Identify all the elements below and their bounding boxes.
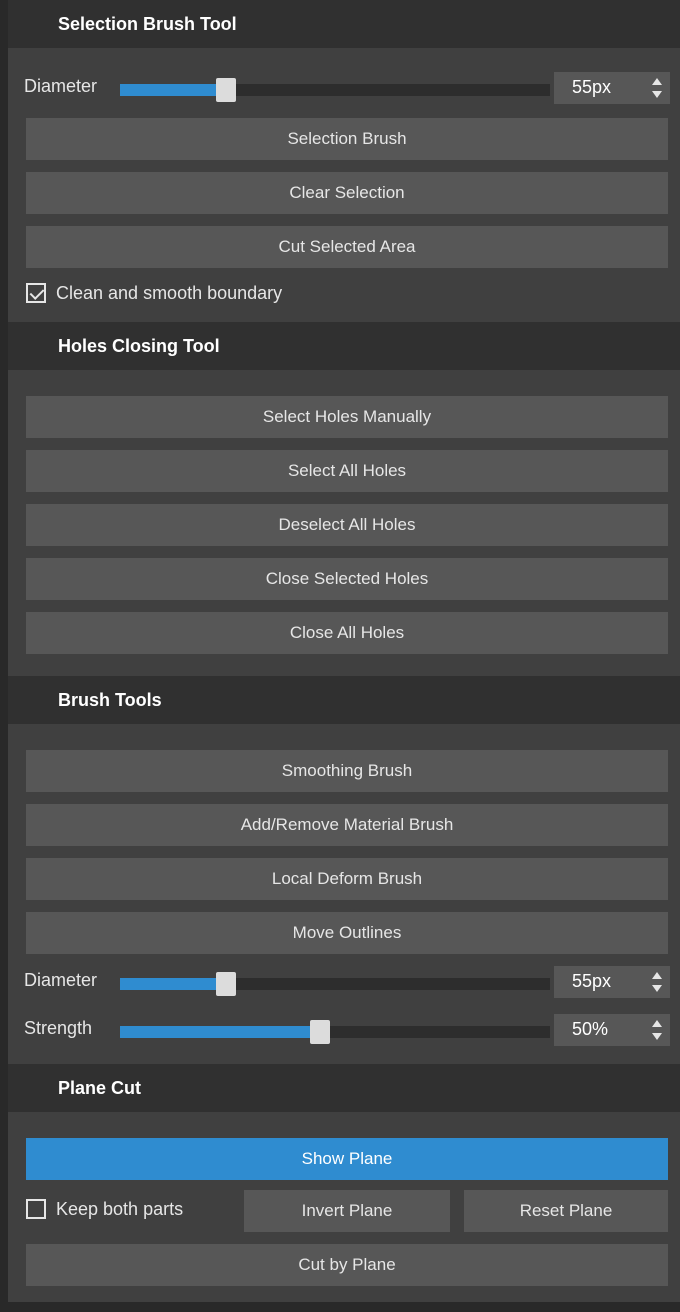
close-selected-holes-button[interactable]: Close Selected Holes <box>26 558 668 600</box>
keep-both-parts-checkbox[interactable] <box>26 1199 46 1219</box>
move-outlines-button[interactable]: Move Outlines <box>26 912 668 954</box>
brush-diameter-value[interactable]: 55px <box>572 971 611 992</box>
spin-arrows[interactable] <box>650 1017 664 1043</box>
add-remove-material-brush-button[interactable]: Add/Remove Material Brush <box>26 804 668 846</box>
strength-spinbox[interactable]: 50% <box>554 1014 670 1046</box>
arrow-down-icon[interactable] <box>652 985 662 992</box>
arrow-down-icon[interactable] <box>652 91 662 98</box>
holes-closing-section: Select Holes Manually Select All Holes D… <box>8 370 680 676</box>
reset-plane-button[interactable]: Reset Plane <box>464 1190 668 1232</box>
tool-panel: Selection Brush Tool Diameter 55px Selec… <box>8 0 680 1302</box>
strength-label: Strength <box>24 1018 93 1038</box>
strength-slider[interactable] <box>120 1020 550 1044</box>
strength-slider-thumb[interactable] <box>310 1020 330 1044</box>
brush-diameter-slider-fill <box>120 978 220 990</box>
keep-both-parts-label: Keep both parts <box>56 1198 184 1219</box>
arrow-up-icon[interactable] <box>652 1020 662 1027</box>
spin-arrows[interactable] <box>650 969 664 995</box>
clean-smooth-boundary-checkbox[interactable] <box>26 283 46 303</box>
keep-both-parts-checkbox-row[interactable]: Keep both parts <box>26 1194 183 1224</box>
brush-tools-section: Smoothing Brush Add/Remove Material Brus… <box>8 724 680 1064</box>
cut-by-plane-button[interactable]: Cut by Plane <box>26 1244 668 1286</box>
diameter-label: Diameter <box>24 76 98 96</box>
brush-diameter-slider-row: Diameter 55px <box>8 966 680 998</box>
diameter-spinbox[interactable]: 55px <box>554 72 670 104</box>
section-header-plane-cut[interactable]: Plane Cut <box>8 1064 680 1112</box>
smoothing-brush-button[interactable]: Smoothing Brush <box>26 750 668 792</box>
cut-selected-area-button[interactable]: Cut Selected Area <box>26 226 668 268</box>
strength-value[interactable]: 50% <box>572 1019 608 1040</box>
select-all-holes-button[interactable]: Select All Holes <box>26 450 668 492</box>
diameter-slider-fill <box>120 84 220 96</box>
brush-diameter-slider[interactable] <box>120 972 550 996</box>
clean-smooth-boundary-checkbox-row[interactable]: Clean and smooth boundary <box>26 278 282 308</box>
clean-smooth-boundary-label: Clean and smooth boundary <box>56 282 283 303</box>
arrow-down-icon[interactable] <box>652 1033 662 1040</box>
brush-diameter-slider-thumb[interactable] <box>216 972 236 996</box>
checkmark-icon <box>29 285 45 300</box>
close-all-holes-button[interactable]: Close All Holes <box>26 612 668 654</box>
arrow-up-icon[interactable] <box>652 972 662 979</box>
spin-arrows[interactable] <box>650 75 664 101</box>
show-plane-button[interactable]: Show Plane <box>26 1138 668 1180</box>
invert-plane-button[interactable]: Invert Plane <box>244 1190 450 1232</box>
brush-diameter-spinbox[interactable]: 55px <box>554 966 670 998</box>
section-header-holes-closing[interactable]: Holes Closing Tool <box>8 322 680 370</box>
diameter-value[interactable]: 55px <box>572 77 611 98</box>
clear-selection-button[interactable]: Clear Selection <box>26 172 668 214</box>
diameter-slider-row: Diameter 55px <box>8 72 680 104</box>
plane-cut-section: Show Plane Keep both parts Invert Plane … <box>8 1112 680 1302</box>
arrow-up-icon[interactable] <box>652 78 662 85</box>
selection-brush-button[interactable]: Selection Brush <box>26 118 668 160</box>
section-header-brush-tools[interactable]: Brush Tools <box>8 676 680 724</box>
brush-diameter-label: Diameter <box>24 970 98 990</box>
diameter-slider-thumb[interactable] <box>216 78 236 102</box>
section-header-selection-brush[interactable]: Selection Brush Tool <box>8 0 680 48</box>
deselect-all-holes-button[interactable]: Deselect All Holes <box>26 504 668 546</box>
strength-slider-fill <box>120 1026 320 1038</box>
strength-slider-row: Strength 50% <box>8 1014 680 1046</box>
local-deform-brush-button[interactable]: Local Deform Brush <box>26 858 668 900</box>
select-holes-manually-button[interactable]: Select Holes Manually <box>26 396 668 438</box>
selection-brush-section: Diameter 55px Selection Brush Clear Sele… <box>8 48 680 322</box>
diameter-slider[interactable] <box>120 78 550 102</box>
